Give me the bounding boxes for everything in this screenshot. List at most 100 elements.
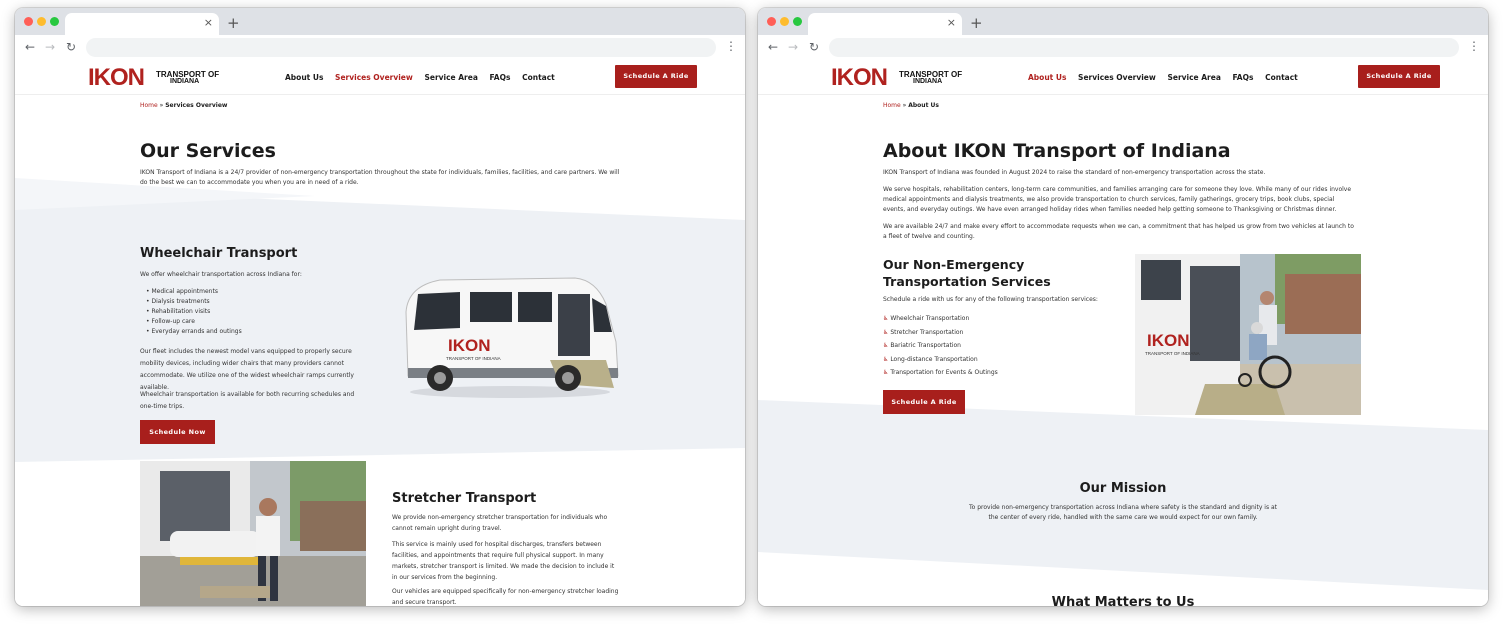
main-nav: About Us Services Overview Service Area …	[1028, 73, 1307, 82]
list-item-label: Transportation for Events & Outings	[890, 369, 998, 376]
nav-contact[interactable]: Contact	[522, 73, 555, 82]
new-tab-button[interactable]: +	[227, 14, 240, 32]
breadcrumb-separator: »	[159, 102, 164, 109]
back-arrow-icon[interactable]: ←	[768, 40, 778, 54]
minimize-window-button[interactable]	[780, 17, 789, 26]
list-item: Medical appointments	[146, 287, 242, 297]
about-page: IKON TRANSPORT OF INDIANA About Us Servi…	[758, 60, 1488, 606]
site-header: IKON TRANSPORT OF INDIANA About Us Servi…	[758, 60, 1488, 95]
services-page: IKON TRANSPORT OF INDIANA About Us Servi…	[15, 60, 745, 606]
stretcher-photo	[140, 461, 366, 606]
browser-tab[interactable]: ×	[808, 13, 962, 35]
van-logo-text: IKON	[448, 336, 491, 355]
close-tab-icon[interactable]: ×	[204, 16, 213, 29]
page-title: About IKON Transport of Indiana	[883, 140, 1231, 162]
close-window-button[interactable]	[767, 17, 776, 26]
nav-faqs[interactable]: FAQs	[1233, 73, 1254, 82]
stretcher-text-3: Our vehicles are equipped specifically f…	[392, 588, 619, 606]
wheelchair-lead: We offer wheelchair transportation acros…	[140, 271, 302, 278]
nav-faqs[interactable]: FAQs	[490, 73, 511, 82]
services-heading-line1: Our Non-Emergency	[883, 257, 1025, 272]
services-lead: Schedule a ride with us for any of the f…	[883, 296, 1098, 303]
wheelchair-list: Medical appointments Dialysis treatments…	[146, 287, 242, 337]
about-intro: IKON Transport of Indiana was founded in…	[883, 169, 1266, 176]
schedule-now-button[interactable]: Schedule Now	[140, 420, 215, 444]
browser-tab[interactable]: ×	[65, 13, 219, 35]
stretcher-text-1: We provide non-emergency stretcher trans…	[392, 514, 608, 532]
mission-heading: Our Mission	[1079, 481, 1167, 496]
stretcher-text-2: This service is mainly used for hospital…	[392, 541, 615, 581]
nav-service-area[interactable]: Service Area	[1167, 73, 1220, 82]
stretcher-heading: Stretcher Transport	[392, 491, 537, 506]
list-item-label: Wheelchair Transportation	[890, 315, 970, 322]
site-header: IKON TRANSPORT OF INDIANA About Us Servi…	[15, 60, 745, 95]
mission-text: To provide non-emergency transportation …	[968, 504, 1278, 521]
logo-subtitle-state: INDIANA	[170, 78, 200, 85]
list-item: Rehabilitation visits	[146, 307, 242, 317]
new-tab-button[interactable]: +	[970, 14, 983, 32]
tab-bar: × +	[758, 8, 1488, 35]
nav-service-area[interactable]: Service Area	[424, 73, 477, 82]
close-tab-icon[interactable]: ×	[947, 16, 956, 29]
list-item: Everyday errands and outings	[146, 327, 241, 337]
browser-toolbar: ← → ↻ ⋮	[758, 35, 1488, 60]
maximize-window-button[interactable]	[50, 17, 59, 26]
close-window-button[interactable]	[24, 17, 33, 26]
back-arrow-icon[interactable]: ←	[25, 40, 35, 54]
breadcrumb-home[interactable]: Home	[140, 102, 158, 109]
tab-bar: × +	[15, 8, 745, 35]
nav-contact[interactable]: Contact	[1265, 73, 1298, 82]
forward-arrow-icon[interactable]: →	[45, 40, 55, 54]
address-bar[interactable]	[829, 38, 1459, 57]
browser-window-services: × + ← → ↻ ⋮ IKON TRANSPORT OF INDIANA Ab…	[15, 8, 745, 606]
wheelchair-van-image: IKON TRANSPORT OF INDIANA	[405, 277, 619, 398]
breadcrumb-separator: »	[902, 102, 907, 109]
van-logo-text: IKON	[1147, 331, 1190, 350]
wheelchair-icon: ♿	[883, 315, 889, 322]
breadcrumb-current: About Us	[908, 102, 939, 109]
wheelchair-icon: ♿	[883, 328, 889, 336]
schedule-ride-button[interactable]: Schedule A Ride	[615, 65, 697, 88]
about-clients-text: We serve hospitals, rehabilitation cente…	[883, 186, 1352, 213]
breadcrumb: Home » About Us	[883, 102, 939, 109]
list-item: ♿ Stretcher Transportation	[883, 326, 998, 340]
browser-menu-icon[interactable]: ⋮	[1468, 39, 1480, 53]
breadcrumb: Home » Services Overview	[140, 102, 227, 109]
services-intro: IKON Transport of Indiana is a 24/7 prov…	[140, 169, 620, 186]
list-item: ♿ Wheelchair Transportation	[883, 312, 998, 326]
values-heading: What Matters to Us	[1051, 595, 1195, 606]
nav-services-overview[interactable]: Services Overview	[335, 73, 413, 82]
wheelchair-icon: ♿	[883, 342, 889, 349]
breadcrumb-home[interactable]: Home	[883, 102, 901, 109]
stretcher-illustration	[140, 461, 366, 606]
nav-about-us[interactable]: About Us	[285, 73, 323, 82]
list-item: Follow-up care	[146, 317, 242, 327]
reload-icon[interactable]: ↻	[66, 40, 76, 54]
list-item-label: Long-distance Transportation	[890, 355, 978, 363]
breadcrumb-current: Services Overview	[165, 102, 228, 109]
address-bar[interactable]	[86, 38, 716, 57]
nav-services-overview[interactable]: Services Overview	[1078, 73, 1156, 82]
maximize-window-button[interactable]	[793, 17, 802, 26]
wheelchair-icon: ♿	[883, 369, 889, 376]
wheelchair-icon: ♿	[883, 355, 889, 363]
page-title: Our Services	[140, 140, 276, 162]
list-item: ♿ Bariatric Transportation	[883, 339, 998, 353]
list-item: Dialysis treatments	[146, 297, 242, 307]
list-item-label: Bariatric Transportation	[890, 342, 961, 349]
reload-icon[interactable]: ↻	[809, 40, 819, 54]
schedule-ride-button[interactable]: Schedule A Ride	[1358, 65, 1440, 88]
services-heading-line2: Transportation Services	[883, 274, 1051, 289]
wheelchair-fleet-text: Our fleet includes the newest model vans…	[140, 348, 354, 391]
background-shapes	[15, 178, 745, 462]
van-logo-sub: TRANSPORT OF INDIANA	[1145, 351, 1200, 356]
minimize-window-button[interactable]	[37, 17, 46, 26]
van-passenger-illustration: IKON TRANSPORT OF INDIANA	[1135, 254, 1361, 415]
schedule-ride-button-secondary[interactable]: Schedule A Ride	[883, 390, 965, 414]
browser-menu-icon[interactable]: ⋮	[725, 39, 737, 53]
forward-arrow-icon[interactable]: →	[788, 40, 798, 54]
list-item: ♿ Long-distance Transportation	[883, 353, 998, 367]
main-nav: About Us Services Overview Service Area …	[285, 73, 564, 82]
logo-wordmark: IKON	[88, 64, 145, 91]
nav-about-us[interactable]: About Us	[1028, 73, 1066, 82]
